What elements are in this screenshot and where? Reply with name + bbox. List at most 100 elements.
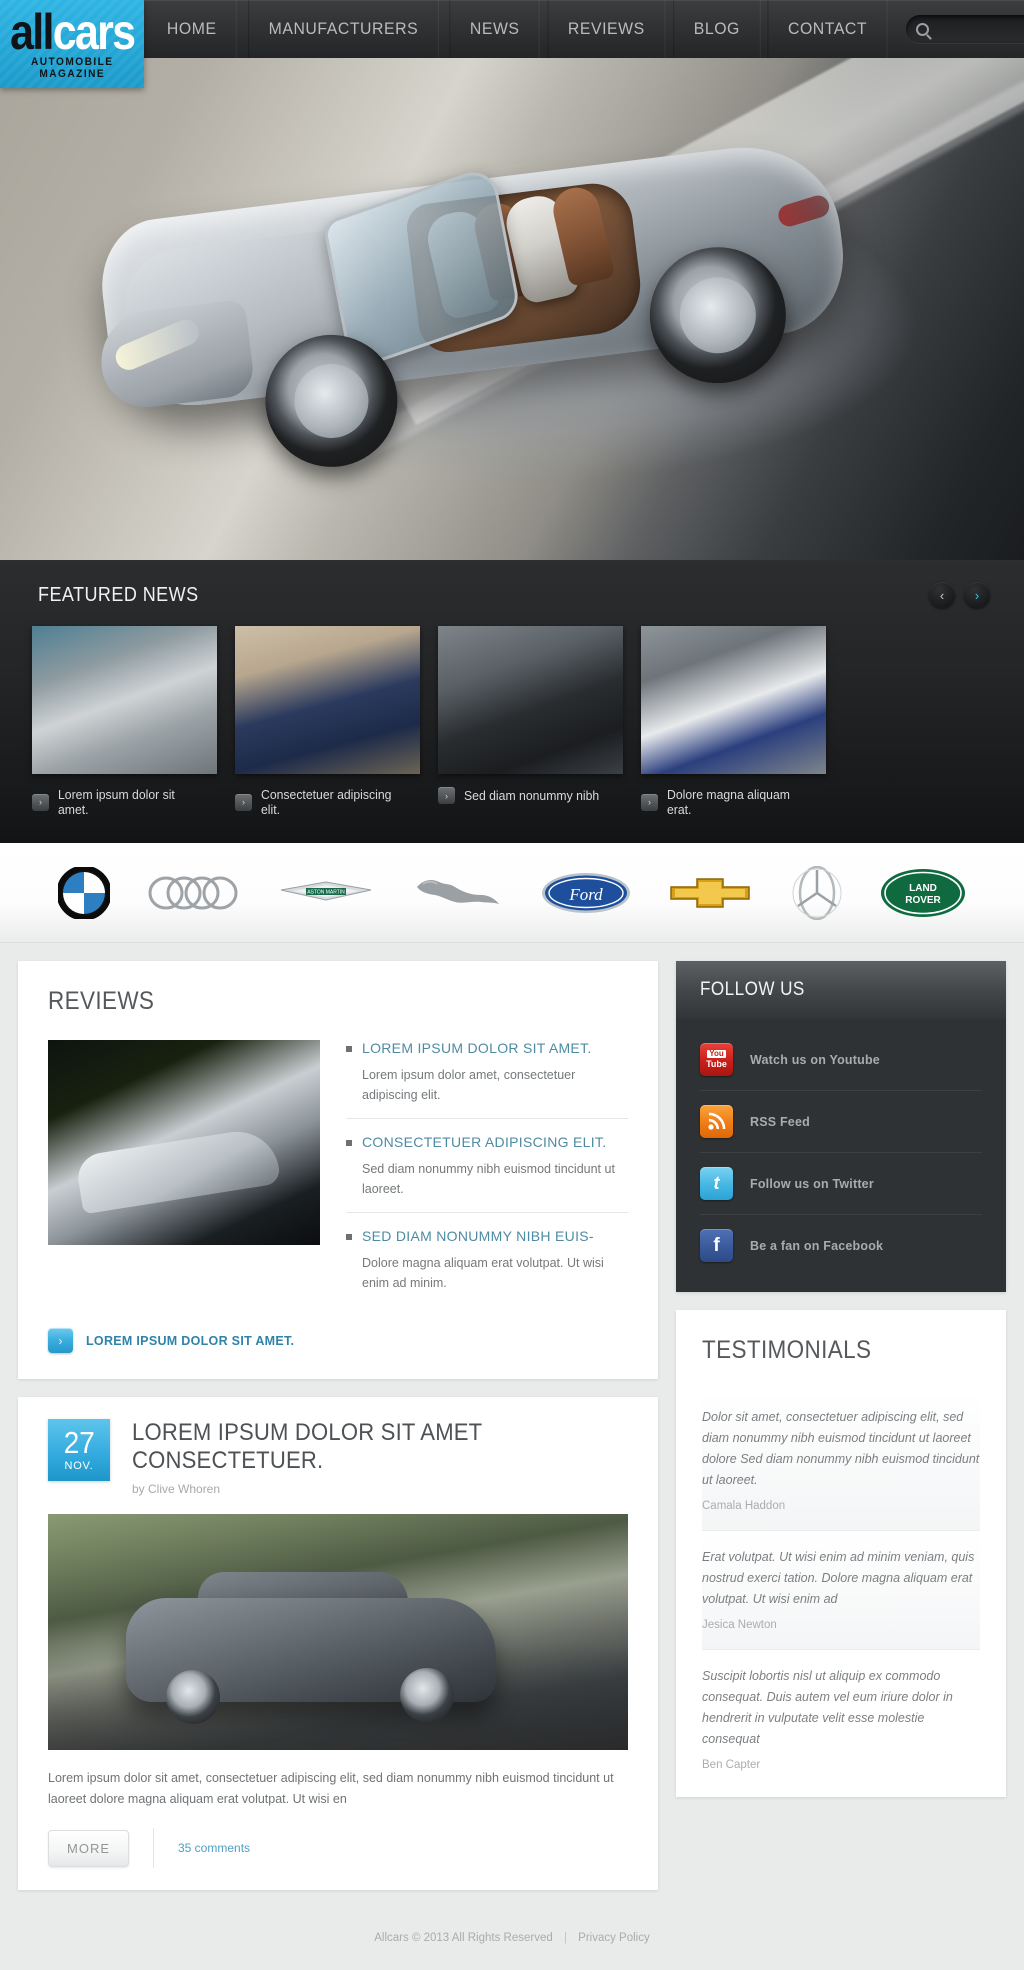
featured-news-item[interactable]: › Lorem ipsum dolor sit amet. [32, 626, 217, 817]
mercedes-benz-icon [792, 865, 842, 920]
testimonial-item: Suscipit lobortis nisl ut aliquip ex com… [702, 1649, 980, 1789]
carousel-next-button[interactable]: › [964, 582, 990, 608]
follow-item-rss[interactable]: RSS Feed [700, 1090, 982, 1152]
nav-item-contact[interactable]: CONTACT [767, 0, 888, 58]
follow-item-youtube[interactable]: You Tube Watch us on Youtube [700, 1029, 982, 1090]
testimonial-quote: Suscipit lobortis nisl ut aliquip ex com… [702, 1669, 953, 1746]
bmw-icon [58, 866, 111, 919]
post-more-button[interactable]: MORE [48, 1829, 129, 1867]
featured-thumbnail-3[interactable] [438, 626, 623, 774]
brand-logo-mercedes-benz[interactable] [790, 864, 844, 922]
featured-news-item[interactable]: › Dolore magna aliquam erat. [641, 626, 826, 817]
testimonials-title: TESTIMONIALS [702, 1336, 872, 1364]
reviews-more-row[interactable]: › LOREM IPSUM DOLOR SIT AMET. [48, 1328, 628, 1353]
review-item-link[interactable]: LOREM IPSUM DOLOR SIT AMET. [362, 1040, 592, 1056]
featured-thumbnail-4[interactable] [641, 626, 826, 774]
testimonial-item: Dolor sit amet, consectetuer adipiscing … [702, 1391, 980, 1530]
review-list-item: LOREM IPSUM DOLOR SIT AMET. Lorem ipsum … [346, 1040, 628, 1118]
post-author: by Clive Whoren [132, 1482, 221, 1496]
bullet-icon [346, 1234, 352, 1240]
testimonial-quote: Erat volutpat. Ut wisi enim ad minim ven… [702, 1550, 975, 1606]
search-input[interactable] [929, 22, 1024, 36]
nav-item-blog[interactable]: BLOG [672, 0, 761, 58]
featured-caption-4: › Dolore magna aliquam erat. [641, 787, 826, 817]
follow-item-label: RSS Feed [750, 1114, 810, 1129]
featured-news-header: FEATURED NEWS ‹ › [0, 582, 1024, 608]
featured-news-item[interactable]: › Consectetuer adipiscing elit. [235, 626, 420, 817]
reviews-more-link[interactable]: LOREM IPSUM DOLOR SIT AMET. [86, 1334, 294, 1348]
post-heading-group: LOREM IPSUM DOLOR SIT AMET CONSECTETUER.… [132, 1419, 628, 1496]
search-area [892, 15, 1024, 43]
search-box[interactable] [906, 15, 1024, 43]
featured-news-section: FEATURED NEWS ‹ › › Lorem ipsum dolor si… [0, 560, 1024, 843]
carousel-prev-button[interactable]: ‹ [929, 582, 955, 608]
brand-logo-chevrolet[interactable] [667, 864, 753, 922]
follow-us-list: You Tube Watch us on Youtube RSS Feed t F… [676, 1019, 1006, 1292]
reviews-body: LOREM IPSUM DOLOR SIT AMET. Lorem ipsum … [48, 1040, 628, 1306]
testimonials-list: Dolor sit amet, consectetuer adipiscing … [702, 1391, 980, 1789]
hero-car-illustration [67, 73, 893, 507]
post-excerpt: Lorem ipsum dolor sit amet, consectetuer… [48, 1771, 614, 1806]
blog-post-header: 27 NOV. LOREM IPSUM DOLOR SIT AMET CONSE… [18, 1397, 658, 1496]
featured-caption-2: › Consectetuer adipiscing elit. [235, 787, 420, 817]
sidebar-column: FOLLOW US You Tube Watch us on Youtube RS… [676, 961, 1006, 1815]
aston-martin-icon: ASTON MARTIN [280, 880, 371, 901]
facebook-icon: f [700, 1229, 733, 1262]
testimonial-quote: Dolor sit amet, consectetuer adipiscing … [702, 1410, 980, 1487]
brand-logo-strip: ASTON MARTIN Ford LAND ROVER [0, 843, 1024, 943]
hero-image [0, 0, 1024, 560]
nav-item-news[interactable]: NEWS [449, 0, 540, 58]
post-featured-image[interactable] [48, 1514, 628, 1750]
featured-news-item[interactable]: › Sed diam nonummy nibh [438, 626, 623, 817]
nav-item-reviews[interactable]: REVIEWS [547, 0, 666, 58]
carousel-controls: ‹ › [929, 582, 990, 608]
testimonial-item: Erat volutpat. Ut wisi enim ad minim ven… [702, 1530, 980, 1649]
review-item-description: Lorem ipsum dolor amet, consectetuer adi… [362, 1068, 576, 1102]
brand-logo-jaguar[interactable] [409, 864, 505, 922]
bullet-icon [346, 1046, 352, 1052]
logo-secondary-text: cars [52, 4, 136, 60]
follow-item-label: Be a fan on Facebook [750, 1238, 884, 1253]
review-item-link[interactable]: CONSECTETUER ADIPISCING ELIT. [362, 1134, 606, 1150]
footer-separator: | [563, 1932, 567, 1944]
divider [153, 1828, 154, 1868]
svg-text:ROVER: ROVER [905, 895, 941, 906]
reviews-title: REVIEWS [48, 987, 155, 1015]
chevron-right-icon: › [974, 587, 980, 603]
featured-caption-text: Lorem ipsum dolor sit amet. [58, 787, 175, 817]
brand-logo-audi[interactable] [146, 864, 242, 922]
nav-item-manufacturers[interactable]: MANUFACTURERS [248, 0, 439, 58]
featured-caption-text: Consectetuer adipiscing elit. [261, 787, 392, 817]
testimonial-author: Ben Capter [702, 1759, 761, 1771]
logo-wordmark: allcars [10, 7, 136, 57]
site-logo[interactable]: allcars AUTOMOBILE MAGAZINE [0, 0, 145, 88]
featured-thumbnail-1[interactable] [32, 626, 217, 774]
chevrolet-icon [670, 877, 751, 908]
hero-banner: allcars AUTOMOBILE MAGAZINE HOME MANUFAC… [0, 0, 1024, 560]
post-title[interactable]: LOREM IPSUM DOLOR SIT AMET CONSECTETUER. [132, 1419, 588, 1475]
brand-logo-land-rover[interactable]: LAND ROVER [880, 864, 966, 922]
brand-logo-bmw[interactable] [58, 864, 111, 922]
review-list-item: CONSECTETUER ADIPISCING ELIT. Sed diam n… [346, 1118, 628, 1212]
featured-thumbnail-2[interactable] [235, 626, 420, 774]
follow-item-facebook[interactable]: f Be a fan on Facebook [700, 1214, 982, 1276]
featured-caption-1: › Lorem ipsum dolor sit amet. [32, 787, 217, 817]
nav-item-home[interactable]: HOME [148, 0, 238, 58]
brand-logo-aston-martin[interactable]: ASTON MARTIN [279, 864, 373, 922]
site-header: allcars AUTOMOBILE MAGAZINE HOME MANUFAC… [0, 0, 1024, 88]
svg-text:ASTON MARTIN: ASTON MARTIN [307, 889, 345, 895]
featured-caption-text: Sed diam nonummy nibh [464, 788, 600, 803]
brand-logo-ford[interactable]: Ford [541, 864, 631, 922]
footer-privacy-link[interactable]: Privacy Policy [578, 1932, 650, 1944]
post-comments-link[interactable]: 35 comments [178, 1841, 250, 1855]
review-featured-image[interactable] [48, 1040, 320, 1245]
post-date-month: NOV. [64, 1460, 94, 1472]
review-item-link[interactable]: SED DIAM NONUMMY NIBH EUIS- [362, 1228, 594, 1244]
chevron-right-icon: › [438, 787, 455, 804]
jaguar-icon [416, 879, 499, 904]
main-content: REVIEWS LOREM IPSUM DOLOR SIT AMET. Lore… [0, 943, 1024, 1918]
follow-item-twitter[interactable]: t Follow us on Twitter [700, 1152, 982, 1214]
review-item-head: SED DIAM NONUMMY NIBH EUIS- [346, 1228, 628, 1244]
featured-caption-3: › Sed diam nonummy nibh [438, 787, 623, 804]
svg-text:Ford: Ford [568, 885, 603, 904]
